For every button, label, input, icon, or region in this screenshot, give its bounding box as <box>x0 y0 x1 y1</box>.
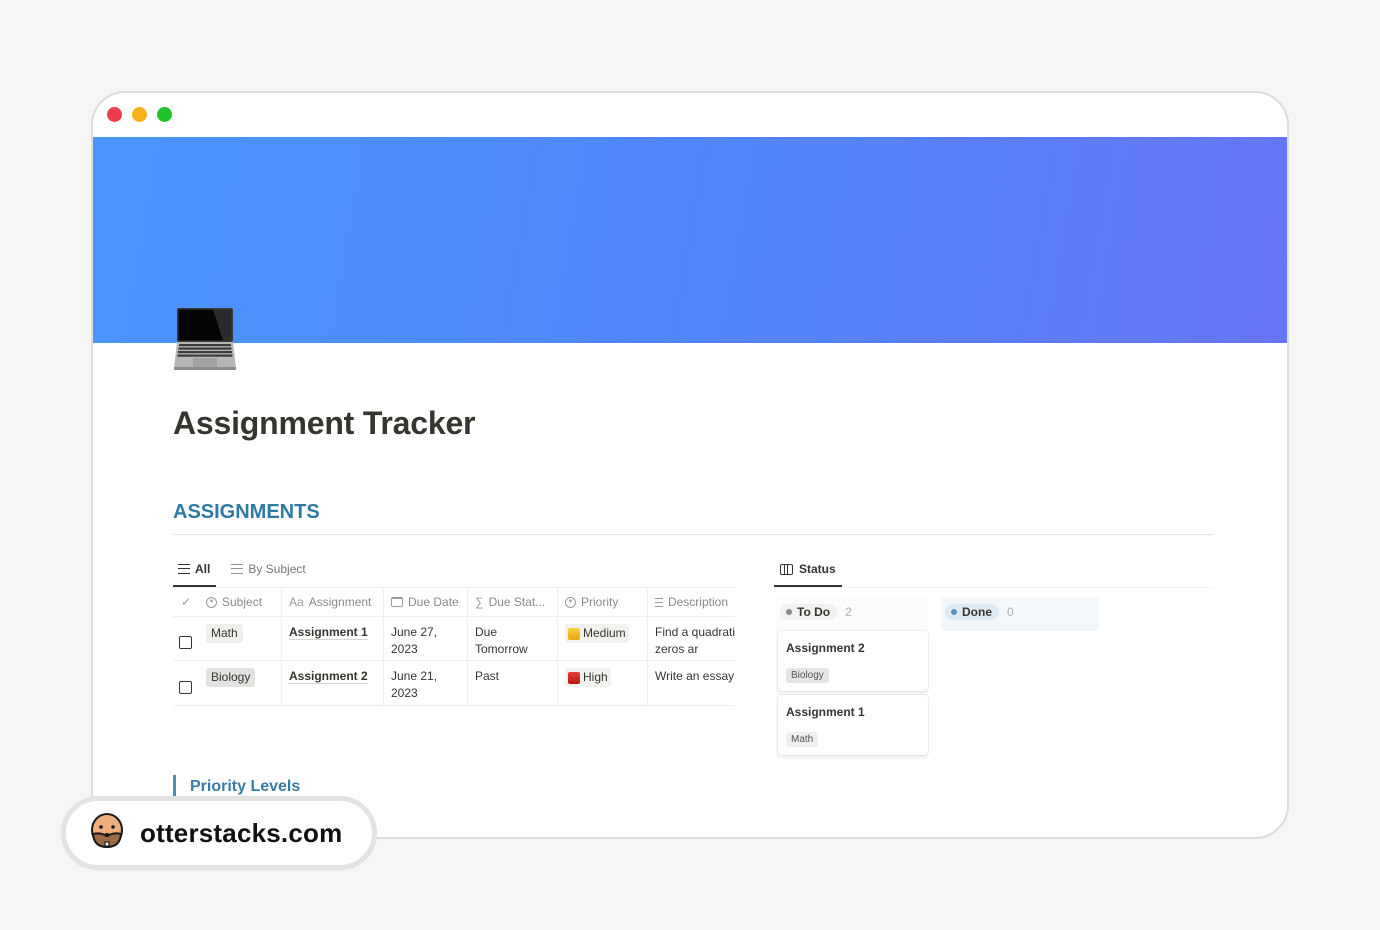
column-header-priority[interactable]: ▼ Priority <box>558 588 648 616</box>
check-icon: ✓ <box>180 595 192 609</box>
board-divider <box>774 587 1214 588</box>
column-header-due-status[interactable]: ∑ Due Stat... <box>468 588 558 616</box>
done-checkbox[interactable] <box>179 680 192 694</box>
column-header-assignment[interactable]: Aa Assignment <box>282 588 384 616</box>
column-header[interactable]: To Do 2 <box>776 597 928 627</box>
priority-tag: High <box>565 668 611 687</box>
close-window-button[interactable] <box>107 107 122 122</box>
assignment-cell[interactable]: Assignment 1 <box>282 617 384 660</box>
table-row[interactable]: Math Assignment 1 June 27, 2023 Due Tomo… <box>173 617 735 661</box>
page-cover-image[interactable] <box>93 137 1287 343</box>
title-aa-icon: Aa <box>289 595 304 609</box>
column-header[interactable]: Done 0 <box>941 597 1099 627</box>
assignment-link[interactable]: Assignment 1 <box>289 624 376 641</box>
app-window: Assignment Tracker ASSIGNMENTS All By Su… <box>91 91 1289 839</box>
column-header-due-date[interactable]: Due Date <box>384 588 468 616</box>
tab-all[interactable]: All <box>173 559 217 587</box>
status-dot-icon <box>951 609 957 615</box>
maximize-window-button[interactable] <box>157 107 172 122</box>
watermark-text: otterstacks.com <box>140 817 343 848</box>
board-column-todo: To Do 2 Assignment 2 Biology Assignment … <box>776 597 928 759</box>
card-count: 2 <box>845 605 852 619</box>
formula-sigma-icon: ∑ <box>475 595 484 609</box>
calendar-icon <box>391 597 403 607</box>
done-cell <box>173 661 199 705</box>
watermark-badge: otterstacks.com <box>61 796 377 870</box>
done-checkbox[interactable] <box>179 636 192 649</box>
column-header-done[interactable]: ✓ <box>173 588 199 616</box>
section-divider <box>173 534 1213 535</box>
otter-face-icon <box>90 812 124 855</box>
list-icon <box>178 564 190 574</box>
assignment-cell[interactable]: Assignment 2 <box>282 661 384 705</box>
title-bar <box>93 93 1287 137</box>
status-pill: To Do <box>780 604 838 620</box>
table-header-row: ✓ ▼ Subject Aa Assignment Due Date ∑ Due… <box>173 587 735 617</box>
description-cell[interactable]: Find a quadrati whose zeros ar <box>648 617 735 660</box>
subject-cell[interactable]: Math <box>199 617 282 660</box>
table-view-tabs: All By Subject <box>173 559 312 587</box>
board-column-done: Done 0 <box>941 597 1099 631</box>
page-title[interactable]: Assignment Tracker <box>173 405 476 442</box>
tab-by-subject[interactable]: By Subject <box>226 559 311 587</box>
done-cell <box>173 617 199 660</box>
board-icon <box>780 563 793 575</box>
tab-label: By Subject <box>248 562 306 576</box>
table-row[interactable]: Biology Assignment 2 June 21, 2023 Past … <box>173 661 735 706</box>
red-square-icon <box>568 671 580 684</box>
card-subject-tag: Biology <box>786 668 829 683</box>
subject-tag: Biology <box>206 668 256 687</box>
column-header-description[interactable]: Description <box>648 588 735 616</box>
status-pill: Done <box>945 604 999 620</box>
due-status-cell: Due Tomorrow <box>468 617 558 660</box>
minimize-window-button[interactable] <box>132 107 147 122</box>
list-icon <box>231 564 244 574</box>
description-cell[interactable]: Write an essay <box>648 661 735 705</box>
board-card[interactable]: Assignment 1 Math <box>778 695 928 755</box>
priority-cell[interactable]: Medium <box>558 617 648 660</box>
due-status-cell: Past <box>468 661 558 705</box>
priority-tag: Medium <box>565 624 629 643</box>
card-count: 0 <box>1007 605 1014 619</box>
assignments-heading: ASSIGNMENTS <box>173 501 320 523</box>
card-title: Assignment 2 <box>786 641 865 655</box>
select-icon: ▼ <box>206 596 217 608</box>
tab-label: All <box>195 562 211 576</box>
laptop-icon[interactable] <box>173 306 239 372</box>
select-icon: ▼ <box>565 596 576 608</box>
text-lines-icon <box>655 597 663 607</box>
priority-cell[interactable]: High <box>558 661 648 705</box>
subject-tag: Math <box>206 624 243 643</box>
subject-cell[interactable]: Biology <box>199 661 282 705</box>
board-card[interactable]: Assignment 2 Biology <box>778 631 928 691</box>
card-title: Assignment 1 <box>786 705 865 719</box>
yellow-square-icon <box>568 627 580 640</box>
due-date-cell[interactable]: June 21, 2023 <box>384 661 468 705</box>
card-subject-tag: Math <box>786 732 819 747</box>
due-date-cell[interactable]: June 27, 2023 <box>384 617 468 660</box>
tab-label: Status <box>799 562 836 576</box>
assignments-table: ✓ ▼ Subject Aa Assignment Due Date ∑ Due… <box>173 587 735 706</box>
status-dot-icon <box>786 609 792 615</box>
column-header-subject[interactable]: ▼ Subject <box>199 588 282 616</box>
tab-status-board[interactable]: Status <box>774 559 842 587</box>
assignment-link[interactable]: Assignment 2 <box>289 668 376 685</box>
